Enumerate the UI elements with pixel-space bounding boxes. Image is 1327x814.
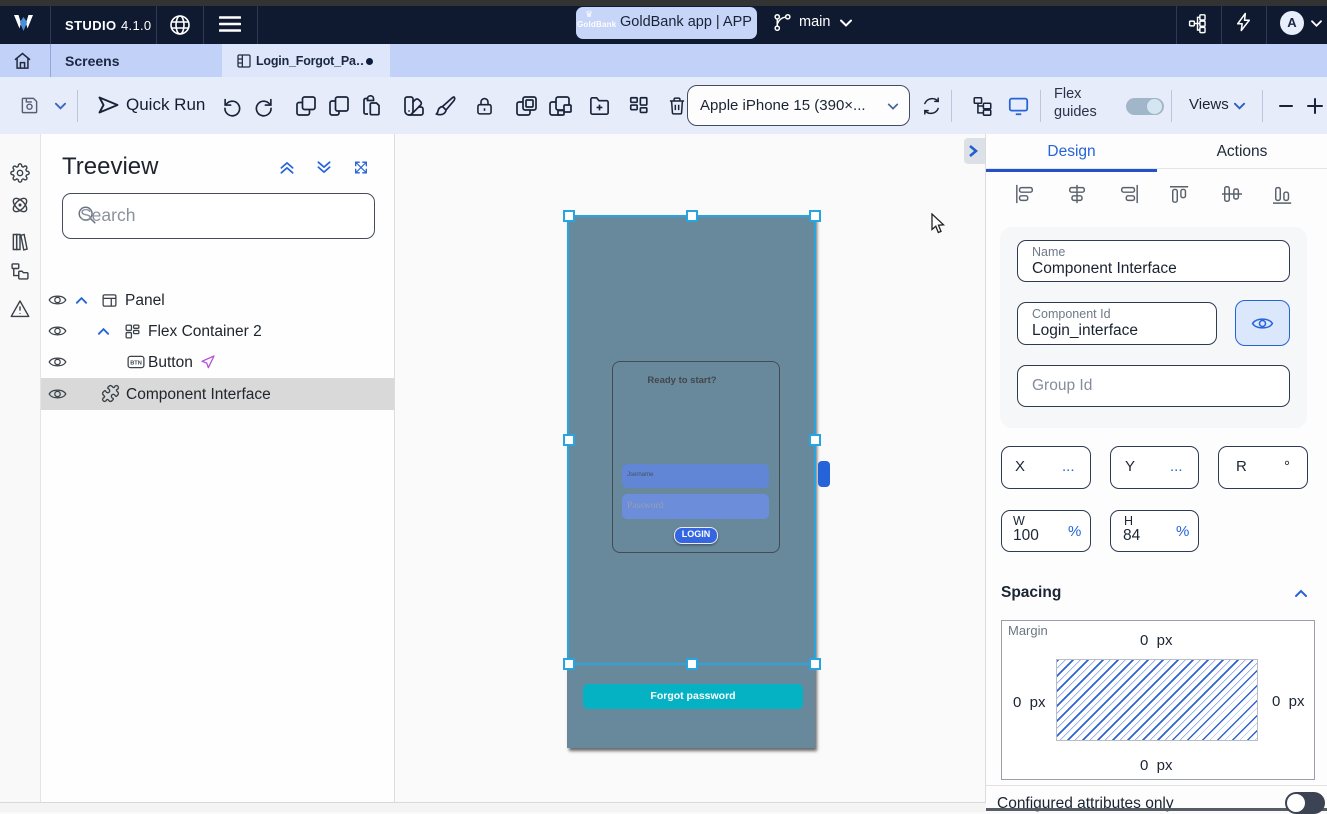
svg-text:BTN: BTN [130, 361, 142, 367]
